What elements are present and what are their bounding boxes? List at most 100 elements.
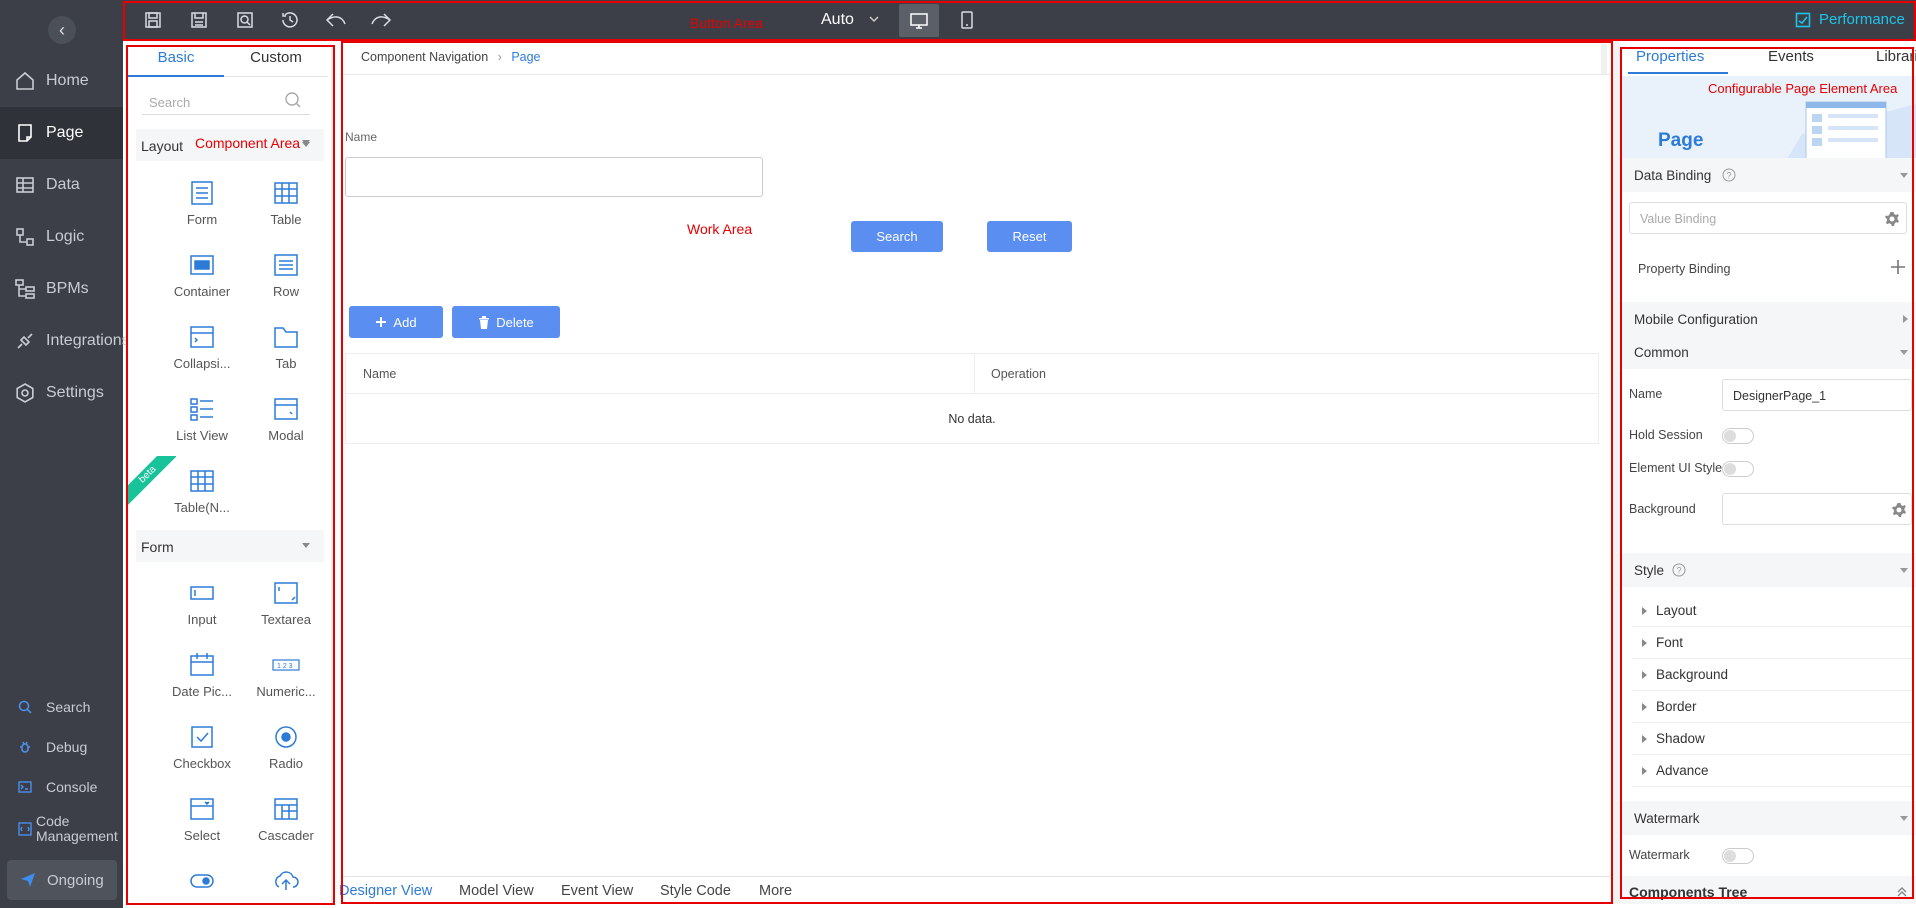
group-form[interactable]: Form [136, 530, 324, 562]
breadcrumb-item[interactable]: Component Navigation [361, 50, 488, 64]
component-tab[interactable]: Tab [246, 324, 326, 384]
preview-button[interactable] [233, 8, 257, 32]
element-ui-style-toggle[interactable] [1722, 461, 1754, 477]
tab-custom[interactable]: Custom [224, 49, 328, 77]
redo-button[interactable] [369, 8, 393, 32]
tab-event-view[interactable]: Event View [561, 883, 633, 899]
gear-icon[interactable] [1891, 502, 1907, 518]
help-icon[interactable]: ? [1722, 168, 1736, 182]
nav-code-management[interactable]: Code Management [0, 809, 123, 849]
caret-down-icon [302, 140, 310, 145]
component-row[interactable]: Row [246, 252, 326, 312]
view-tabs: Designer View Model View Event View Styl… [339, 876, 1610, 904]
mobile-view-button[interactable] [955, 8, 979, 32]
add-button[interactable]: Add [349, 306, 443, 338]
tab-basic[interactable]: Basic [128, 49, 224, 77]
plus-icon[interactable] [1890, 259, 1906, 275]
code-icon [18, 822, 32, 836]
nav-console[interactable]: Console [0, 769, 123, 805]
section-watermark[interactable]: Watermark [1622, 801, 1916, 835]
style-font[interactable]: Font [1632, 627, 1912, 659]
section-common[interactable]: Common [1622, 335, 1916, 369]
value-binding-placeholder: Value Binding [1640, 212, 1717, 226]
background-input[interactable] [1722, 493, 1912, 525]
scroll-handle[interactable] [1601, 44, 1607, 74]
component-textarea[interactable]: Textarea [246, 580, 326, 640]
component-modal[interactable]: Modal [246, 396, 326, 456]
panel-splitter[interactable] [1612, 40, 1620, 904]
tab-events[interactable]: Events [1768, 48, 1814, 65]
nav-item-logic[interactable]: Logic [0, 211, 123, 263]
component-collapsible[interactable]: Collapsi... [162, 324, 242, 384]
component-list-view[interactable]: List View [162, 396, 242, 456]
tab-designer-view[interactable]: Designer View [339, 883, 432, 899]
panel-splitter[interactable] [331, 45, 334, 905]
style-background[interactable]: Background [1632, 659, 1912, 691]
viewport-select[interactable]: Auto [821, 11, 854, 29]
section-label: Common [1634, 345, 1689, 360]
caret-down-icon [1900, 816, 1908, 821]
section-data-binding[interactable]: Data Binding ? [1622, 158, 1916, 192]
performance-button[interactable]: Performance [1795, 11, 1905, 28]
style-layout[interactable]: Layout [1632, 595, 1912, 627]
tab-more[interactable]: More [759, 883, 792, 899]
hold-session-toggle[interactable] [1722, 428, 1754, 444]
search-button[interactable]: Search [851, 221, 943, 252]
section-style[interactable]: Style ? [1622, 553, 1916, 587]
component-form[interactable]: Form [162, 180, 242, 240]
style-shadow[interactable]: Shadow [1632, 723, 1912, 755]
style-border[interactable]: Border [1632, 691, 1912, 723]
component-numeric[interactable]: 1 2 3 Numeric... [246, 652, 326, 712]
breadcrumb-current: Page [511, 50, 541, 64]
history-button[interactable] [278, 8, 302, 32]
plug-icon [17, 333, 33, 349]
undo-button[interactable] [324, 8, 348, 32]
history-icon [282, 12, 298, 28]
component-container[interactable]: Container [162, 252, 242, 312]
nav-item-settings[interactable]: Settings [0, 367, 123, 419]
performance-label: Performance [1819, 11, 1905, 28]
save-button[interactable] [141, 8, 165, 32]
component-input[interactable]: Input [162, 580, 242, 640]
help-icon[interactable]: ? [1672, 563, 1686, 577]
nav-debug[interactable]: Debug [0, 729, 123, 765]
nav-item-bpms[interactable]: BPMs [0, 263, 123, 315]
tab-model-view[interactable]: Model View [459, 883, 534, 899]
delete-button[interactable]: Delete [452, 306, 560, 338]
chevron-down-icon[interactable] [868, 13, 880, 25]
watermark-toggle[interactable] [1722, 848, 1754, 864]
name-input[interactable] [345, 157, 763, 197]
desktop-view-button[interactable] [899, 4, 939, 37]
component-label: Modal [268, 428, 304, 443]
value-binding-input[interactable]: Value Binding [1629, 202, 1907, 234]
gear-icon[interactable] [1884, 211, 1900, 227]
component-cascader[interactable]: Cascader [246, 796, 326, 856]
group-layout-label: Layout [141, 138, 184, 154]
component-checkbox[interactable]: Checkbox [162, 724, 242, 784]
component-radio[interactable]: Radio [246, 724, 326, 784]
tab-style-code[interactable]: Style Code [660, 883, 731, 899]
nav-item-page[interactable]: Page [0, 107, 123, 159]
page-name-input[interactable]: DesignerPage_1 [1722, 379, 1912, 411]
component-table[interactable]: Table [246, 180, 326, 240]
tab-indicator [1628, 72, 1728, 74]
section-mobile-configuration[interactable]: Mobile Configuration [1622, 302, 1916, 336]
component-select[interactable]: Select [162, 796, 242, 856]
chevron-double-up-icon[interactable] [1896, 886, 1908, 898]
ongoing-button[interactable]: Ongoing [7, 860, 117, 900]
components-tree-header[interactable]: Components Tree [1622, 876, 1916, 904]
nav-item-home[interactable]: Home [0, 55, 123, 107]
component-upload[interactable] [246, 868, 326, 905]
nav-search[interactable]: Search [0, 689, 123, 725]
save-as-button[interactable] [187, 8, 211, 32]
reset-button[interactable]: Reset [987, 221, 1072, 252]
tab-libraries[interactable]: Libraries [1876, 48, 1916, 65]
nav-item-data[interactable]: Data [0, 159, 123, 211]
tab-properties[interactable]: Properties [1636, 48, 1704, 65]
nav-item-integrations[interactable]: Integrations [0, 315, 130, 367]
component-search-input[interactable]: Search [142, 81, 310, 115]
component-date-picker[interactable]: Date Pic... [162, 652, 242, 712]
component-switch[interactable] [162, 868, 242, 905]
style-advance[interactable]: Advance [1632, 755, 1912, 787]
collapse-button[interactable]: ‹ [48, 16, 76, 44]
